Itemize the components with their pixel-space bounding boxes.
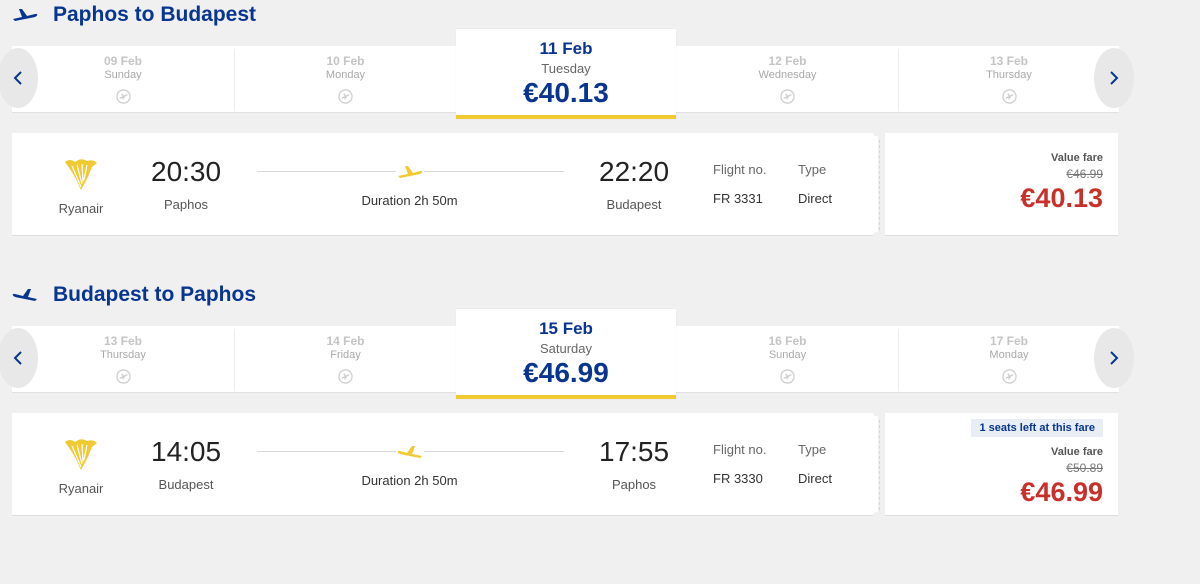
departure-city: Budapest <box>158 477 214 492</box>
inbound-title-text: Budapest to Paphos <box>53 283 257 306</box>
ryanair-harp-logo <box>65 159 97 190</box>
weekday-label: Thursday <box>986 69 1032 81</box>
outbound-title: Paphos to Budapest <box>12 0 256 30</box>
weekday-label: Sunday <box>768 349 807 361</box>
chevron-left-icon <box>13 351 22 365</box>
chevron-left-icon <box>13 71 22 85</box>
outbound-next-dates-button[interactable] <box>1094 48 1134 108</box>
selected-date-price: €40.13 <box>523 77 609 108</box>
no-flight-icon <box>115 89 131 104</box>
ryanair-harp-logo <box>65 439 97 470</box>
no-flight-icon <box>1001 369 1017 384</box>
plane-arrival-icon <box>12 289 37 301</box>
flight-number: FR 3331 <box>713 191 763 206</box>
flight-number: FR 3330 <box>713 471 763 486</box>
arrival-time: 22:20 <box>599 156 670 187</box>
date-label: 10 Feb <box>326 54 365 68</box>
outbound-date-option[interactable]: 09 Feb Sunday <box>12 46 234 112</box>
selected-date-label: 11 Feb <box>539 39 593 58</box>
ticket-divider <box>879 140 880 230</box>
outbound-date-option[interactable]: 12 Feb Wednesday <box>677 46 898 112</box>
no-flight-icon <box>338 89 353 104</box>
fare-price: €40.13 <box>1020 183 1103 213</box>
no-flight-icon <box>338 369 353 384</box>
inbound-fare-box[interactable]: 1 seats left at this fare Value fare €50… <box>885 413 1118 516</box>
ticket-notch <box>873 130 885 136</box>
date-label: 09 Feb <box>103 54 142 68</box>
departure-time: 14:05 <box>151 436 222 467</box>
selected-date-label: 15 Feb <box>539 319 593 338</box>
chevron-right-icon <box>1110 351 1119 365</box>
inbound-selected-date[interactable]: 15 Feb Saturday €46.99 <box>456 309 676 399</box>
flight-type: Direct <box>798 471 832 486</box>
flight-duration: Duration 2h 50m <box>361 473 458 488</box>
ticket-notch <box>873 512 885 518</box>
inbound-next-dates-button[interactable] <box>1094 328 1134 388</box>
departure-city: Paphos <box>163 197 209 212</box>
original-price: €46.99 <box>1066 167 1103 181</box>
outbound-title-text: Paphos to Budapest <box>53 3 257 26</box>
airline-name: Ryanair <box>58 481 104 496</box>
seats-left-badge: 1 seats left at this fare <box>971 419 1103 437</box>
departure-time: 20:30 <box>151 156 222 187</box>
outbound-date-option[interactable]: 10 Feb Monday <box>235 46 456 112</box>
date-label: 13 Feb <box>103 334 142 348</box>
weekday-label: Wednesday <box>758 69 817 81</box>
inbound-date-option[interactable]: 16 Feb Sunday <box>677 326 898 392</box>
no-flight-icon <box>115 369 131 384</box>
weekday-label: Friday <box>330 349 361 361</box>
date-label: 16 Feb <box>768 334 807 348</box>
outbound-fare-box[interactable]: Value fare €46.99 €40.13 <box>885 133 1118 236</box>
flight-duration: Duration 2h 50m <box>361 193 458 208</box>
outbound-selected-date[interactable]: 11 Feb Tuesday €40.13 <box>456 29 676 119</box>
fare-type-label: Value fare <box>1051 446 1103 458</box>
plane-departure-icon <box>13 9 38 21</box>
inbound-date-option[interactable]: 14 Feb Friday <box>235 326 456 392</box>
chevron-right-icon <box>1110 71 1119 85</box>
date-label: 17 Feb <box>989 334 1028 348</box>
inbound-title: Budapest to Paphos <box>12 280 256 310</box>
fare-price: €46.99 <box>1020 477 1103 507</box>
inbound-date-option[interactable]: 17 Feb Monday <box>899 326 1119 392</box>
weekday-label: Thursday <box>100 349 146 361</box>
date-label: 14 Feb <box>326 334 365 348</box>
flight-no-label: Flight no. <box>713 162 767 177</box>
outbound-flight-card[interactable]: Ryanair 20:30 Paphos Duration 2h 50m 22:… <box>12 133 878 236</box>
ticket-notch <box>873 232 885 238</box>
weekday-label: Monday <box>989 349 1029 361</box>
ticket-notch <box>873 410 885 416</box>
weekday-label: Sunday <box>104 69 142 81</box>
date-label: 13 Feb <box>989 54 1028 68</box>
type-label: Type <box>798 162 827 177</box>
outbound-date-option[interactable]: 13 Feb Thursday <box>899 46 1119 112</box>
plane-icon <box>396 443 424 461</box>
airline-name: Ryanair <box>58 201 104 216</box>
selected-weekday-label: Saturday <box>539 341 593 356</box>
inbound-flight-card[interactable]: Ryanair 14:05 Budapest Duration 2h 50m 1… <box>12 413 878 516</box>
selected-weekday-label: Tuesday <box>541 61 591 76</box>
ticket-divider <box>879 420 880 510</box>
flight-no-label: Flight no. <box>713 442 767 457</box>
weekday-label: Monday <box>325 69 366 81</box>
no-flight-icon <box>780 369 795 384</box>
date-label: 12 Feb <box>768 54 807 68</box>
no-flight-icon <box>1001 89 1017 104</box>
no-flight-icon <box>780 89 795 104</box>
inbound-date-option[interactable]: 13 Feb Thursday <box>12 326 234 392</box>
arrival-city: Budapest <box>606 197 662 212</box>
type-label: Type <box>798 442 827 457</box>
original-price: €50.89 <box>1066 461 1103 475</box>
plane-icon <box>396 163 424 181</box>
flight-type: Direct <box>798 191 832 206</box>
fare-type-label: Value fare <box>1051 152 1103 164</box>
arrival-time: 17:55 <box>599 436 670 467</box>
selected-date-price: €46.99 <box>523 357 609 388</box>
arrival-city: Paphos <box>611 477 657 492</box>
